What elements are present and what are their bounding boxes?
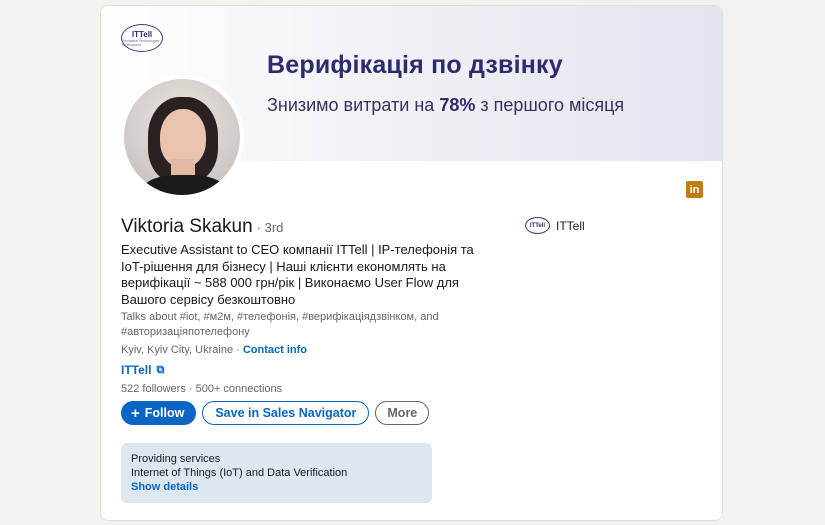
profile-actions: + Follow Save in Sales Navigator More [121, 401, 430, 425]
contact-info-link[interactable]: Contact info [243, 344, 307, 356]
current-company[interactable]: ITTell ITTell [525, 217, 585, 234]
services-description: Internet of Things (IoT) and Data Verifi… [131, 467, 348, 479]
banner-title: Верифікація по дзвінку [267, 51, 563, 79]
ittell-banner-logo: ITTell Innovative Technologies for Busin… [121, 24, 163, 52]
providing-services-box[interactable]: Providing services Internet of Things (I… [121, 443, 432, 503]
profile-name: Viktoria Skakun [121, 216, 253, 237]
followers-count[interactable]: 522 followers [121, 383, 186, 395]
profile-location: Kyiv, Kyiv City, Ukraine · Contact info [121, 344, 308, 356]
save-in-sales-navigator-button[interactable]: Save in Sales Navigator [202, 401, 370, 425]
current-company-name[interactable]: ITTell [556, 219, 585, 233]
profile-headline: Executive Assistant to CEO компанії ITTe… [121, 242, 474, 307]
linkedin-icon[interactable]: in [686, 181, 703, 198]
show-details-link[interactable]: Show details [131, 481, 422, 494]
follow-button[interactable]: + Follow [121, 401, 197, 425]
company-website-link[interactable]: ITTell ⧉ [121, 363, 164, 377]
external-link-icon: ⧉ [156, 363, 165, 376]
profile-card: ITTell Innovative Technologies for Busin… [100, 5, 723, 521]
followers-connections: 522 followers · 500+ connections [121, 383, 282, 395]
profile-name-row: Viktoria Skakun · 3rd [121, 216, 283, 238]
talks-about: Talks about #iot, #м2м, #телефонія, #вер… [121, 311, 439, 338]
more-button[interactable]: More [375, 401, 430, 425]
plus-icon: + [131, 404, 140, 422]
profile-avatar[interactable] [120, 75, 244, 199]
services-title: Providing services [131, 453, 221, 465]
connections-count: · 500+ connections [185, 383, 283, 395]
ittell-company-logo: ITTell [525, 217, 550, 234]
banner-subtitle: Знизимо витрати на 78% з першого місяця [267, 95, 625, 115]
connection-degree: · 3rd [256, 220, 284, 235]
